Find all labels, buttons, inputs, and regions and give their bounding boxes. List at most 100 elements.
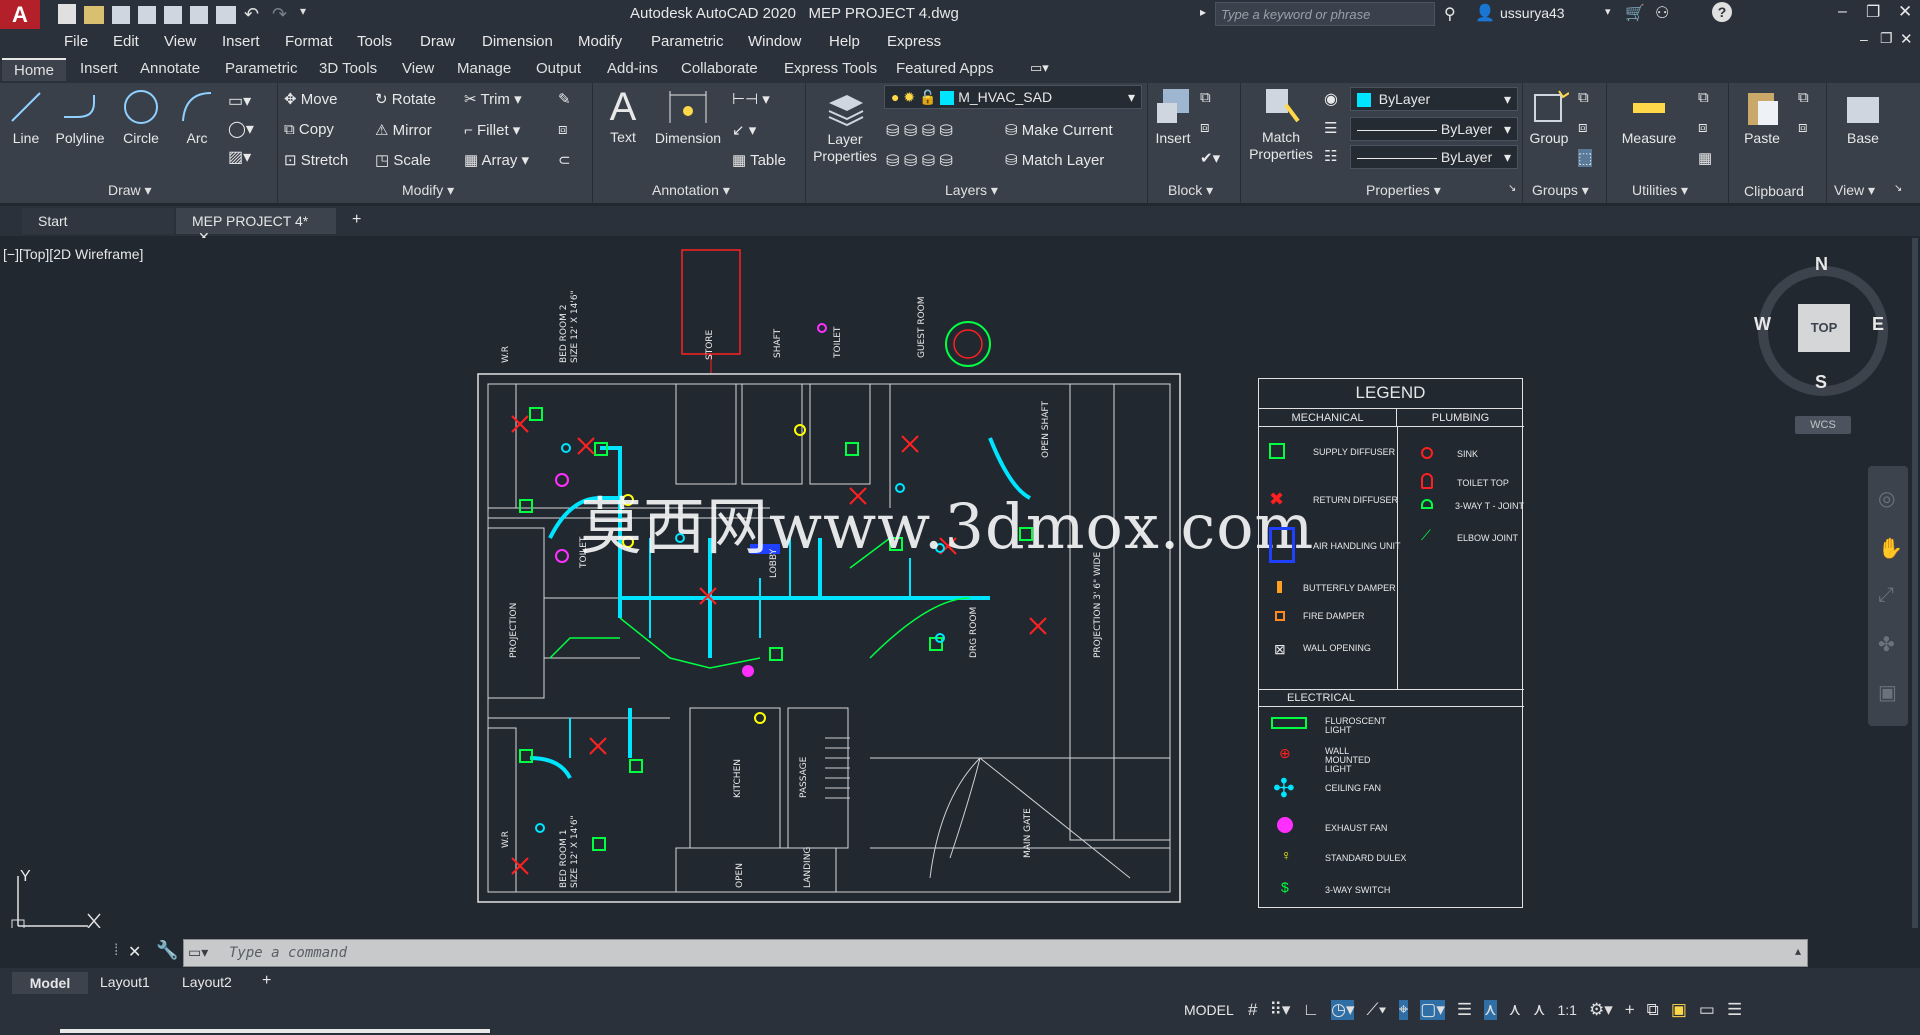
tab-start[interactable]: Start <box>22 208 174 234</box>
viewcube-north[interactable]: N <box>1815 254 1828 275</box>
text-button[interactable]: A Text <box>600 85 646 145</box>
add-layout-icon[interactable]: + <box>262 972 271 990</box>
snap-icon[interactable]: ⠿▾ <box>1269 1000 1290 1020</box>
binoculars-icon[interactable]: ⚲ <box>1444 4 1456 24</box>
draw-panel-label[interactable]: Draw ▾ <box>108 182 152 199</box>
clean-screen-icon[interactable]: ▭ <box>1699 1000 1715 1020</box>
annotation-scale-icon[interactable]: ⋏ <box>1533 1000 1545 1020</box>
save-icon[interactable] <box>112 6 130 24</box>
color-wheel-icon[interactable]: ◉ <box>1324 89 1338 109</box>
polar-icon[interactable]: ◷▾ <box>1331 1000 1355 1020</box>
linetype-dropdown[interactable]: ByLayer ▾ <box>1350 145 1518 169</box>
minimize-icon[interactable]: – <box>1838 3 1847 21</box>
tab-view[interactable]: View <box>390 58 446 81</box>
layer-dropdown[interactable]: ● ✹ 🔓 M_HVAC_SAD ▾ <box>884 85 1142 109</box>
isolate-icon[interactable]: ⧉ <box>1647 1000 1659 1020</box>
close-icon[interactable]: ✕ <box>1898 2 1912 22</box>
layers-panel-label[interactable]: Layers ▾ <box>945 182 998 199</box>
steering-wheel-icon[interactable]: ◎ <box>1878 486 1895 511</box>
save-web-icon[interactable] <box>190 6 208 24</box>
zoom-extents-icon[interactable]: ⤢ <box>1878 584 1894 607</box>
properties-launcher-icon[interactable]: ↘ <box>1508 183 1516 194</box>
model-space-button[interactable]: MODEL <box>1184 1002 1234 1018</box>
command-history-icon[interactable]: ▭▾ <box>188 944 208 961</box>
menu-file[interactable]: File <box>64 33 88 50</box>
tab-mep-project[interactable]: MEP PROJECT 4* ✕ <box>176 208 336 245</box>
copy-button[interactable]: ⧉ Copy <box>284 121 334 138</box>
edit-block-icon[interactable]: ⧈ <box>1200 119 1210 136</box>
offset-icon[interactable]: ⊂ <box>558 151 571 169</box>
qat-dropdown-icon[interactable]: ▾ <box>300 4 312 26</box>
search-input[interactable]: Type a keyword or phrase <box>1215 2 1435 26</box>
group-button[interactable]: Group <box>1526 87 1572 146</box>
undo-icon[interactable]: ↶ <box>244 4 264 26</box>
stretch-button[interactable]: ⊡ Stretch <box>284 151 348 169</box>
pan-icon[interactable]: ✋ <box>1878 536 1903 561</box>
rectangle-icon[interactable]: ▭▾ <box>228 91 251 111</box>
tab-collaborate[interactable]: Collaborate <box>669 58 770 81</box>
viewport-controls[interactable]: [−][Top][2D Wireframe] <box>3 246 143 262</box>
view-panel-label[interactable]: View ▾ <box>1834 182 1875 199</box>
explode-icon[interactable]: ⧈ <box>558 121 568 138</box>
showmotion-icon[interactable]: ▣ <box>1878 680 1897 705</box>
line-button[interactable]: Line <box>4 87 48 146</box>
tab-model[interactable]: Model <box>12 972 88 994</box>
table-button[interactable]: ▦ Table <box>732 151 786 169</box>
menu-format[interactable]: Format <box>285 33 333 50</box>
lineweight-icon[interactable]: ☰ <box>1324 119 1337 137</box>
annotation-visibility-icon[interactable]: ⋏ <box>1484 1000 1497 1020</box>
dimension-button[interactable]: Dimension <box>650 87 726 146</box>
command-line[interactable]: ▭▾ Type a command ▴ <box>183 939 1808 967</box>
menu-draw[interactable]: Draw <box>420 33 455 50</box>
save-as-icon[interactable] <box>138 6 156 24</box>
tab-manage[interactable]: Manage <box>445 58 523 81</box>
lineweight-dropdown[interactable]: ByLayer ▾ <box>1350 117 1518 141</box>
menu-dimension[interactable]: Dimension <box>482 33 553 50</box>
color-dropdown[interactable]: ByLayer ▾ <box>1350 87 1518 111</box>
user-dropdown-icon[interactable]: ▾ <box>1605 5 1611 18</box>
rotate-button[interactable]: ↻ Rotate <box>375 90 436 108</box>
drawing-viewport[interactable]: [−][Top][2D Wireframe] W.R BED ROOM 2 SI… <box>0 238 1920 928</box>
orbit-icon[interactable]: ✤ <box>1878 632 1895 657</box>
move-button[interactable]: ✥ Move <box>284 90 337 108</box>
doc-minimize-icon[interactable]: – <box>1860 31 1868 47</box>
doc-restore-icon[interactable]: ❐ <box>1880 30 1893 47</box>
copy-clip-icon[interactable]: ⧈ <box>1798 119 1808 136</box>
hardware-accel-icon[interactable]: ▣ <box>1671 1000 1687 1020</box>
vertical-scrollbar[interactable] <box>1912 238 1918 928</box>
grid-icon[interactable]: # <box>1248 1000 1257 1020</box>
group-edit-icon[interactable]: ⧈ <box>1578 119 1588 136</box>
view-launcher-icon[interactable]: ↘ <box>1894 183 1902 194</box>
autoscale-icon[interactable]: ⋏ <box>1509 1000 1521 1020</box>
viewcube-south[interactable]: S <box>1815 372 1827 393</box>
array-button[interactable]: ▦ Array ▾ <box>464 151 529 169</box>
viewcube-east[interactable]: E <box>1872 314 1884 335</box>
tab-home[interactable]: Home <box>2 58 67 81</box>
group-select-icon[interactable]: ⬚ <box>1578 149 1593 167</box>
menu-parametric[interactable]: Parametric <box>651 33 724 50</box>
restore-icon[interactable]: ❐ <box>1866 2 1880 22</box>
menu-insert[interactable]: Insert <box>222 33 260 50</box>
insert-button[interactable]: Insert <box>1150 85 1196 146</box>
open-icon[interactable] <box>84 6 104 24</box>
menu-view[interactable]: View <box>164 33 196 50</box>
tab-layout1[interactable]: Layout1 <box>100 974 150 990</box>
circle-button[interactable]: Circle <box>116 87 166 146</box>
workspace-gear-icon[interactable]: ⚙▾ <box>1589 1000 1613 1020</box>
object-snap-icon[interactable]: ▢▾ <box>1420 1000 1445 1020</box>
tab-add-ins[interactable]: Add-ins <box>595 58 670 81</box>
viewcube-west[interactable]: W <box>1754 314 1771 335</box>
tab-featured-apps[interactable]: Featured Apps <box>884 58 1006 81</box>
fillet-button[interactable]: ⌐ Fillet ▾ <box>464 121 520 139</box>
layer-tools-row1-icon[interactable]: ⛁ ⛁ ⛁ ⛁ <box>886 121 953 141</box>
groups-panel-label[interactable]: Groups ▾ <box>1532 182 1589 199</box>
menu-tools[interactable]: Tools <box>357 33 392 50</box>
calculator-icon[interactable]: ▦ <box>1698 149 1712 167</box>
doc-close-icon[interactable]: ✕ <box>1900 30 1913 48</box>
command-grip-icon[interactable]: ⁞ <box>114 942 118 960</box>
arc-button[interactable]: Arc <box>174 87 220 146</box>
block-attributes-icon[interactable]: ✔▾ <box>1200 149 1220 167</box>
customization-icon[interactable]: ☰ <box>1727 1000 1742 1020</box>
leader-icon[interactable]: ↙ ▾ <box>732 121 756 139</box>
search-arrow-icon[interactable]: ▸ <box>1200 5 1206 19</box>
